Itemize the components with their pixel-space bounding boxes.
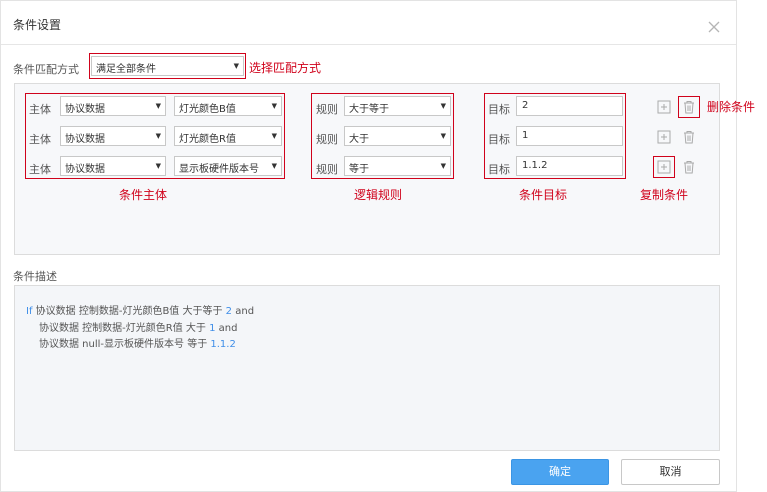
subject-highlight [25,93,285,179]
match-mode-highlight [89,53,246,79]
plus-square-icon[interactable] [657,100,671,114]
match-mode-annotation: 选择匹配方式 [249,61,322,75]
description-line: If 协议数据 控制数据-灯光颜色B值 大于等于 2 and [26,302,254,317]
target-annotation: 条件目标 [519,188,568,202]
target-highlight [484,93,626,179]
close-icon[interactable] [707,20,721,34]
cancel-button[interactable]: 取消 [621,459,720,485]
copy-highlight [653,156,675,178]
rule-annotation: 逻辑规则 [354,188,403,202]
description-line: 协议数据 控制数据-灯光颜色R值 大于 1 and [39,319,237,334]
plus-square-icon[interactable] [657,130,671,144]
copy-annotation: 复制条件 [640,188,689,202]
subject-annotation: 条件主体 [119,188,168,202]
trash-icon[interactable] [682,130,696,144]
condition-settings-dialog: 条件设置 条件匹配方式 满足全部条件 ▼ 选择匹配方式 主体 协议数据 ▼ 灯光颜… [0,0,737,492]
description-text: 协议数据 控制数据-灯光颜色R值 大于 [39,323,210,334]
delete-annotation: 删除条件 [707,100,756,114]
description-label: 条件描述 [13,270,57,283]
dialog-title: 条件设置 [13,18,62,32]
description-line: 协议数据 null-显示板硬件版本号 等于 1.1.2 [39,335,236,350]
description-suffix: and [215,323,238,334]
description-text: 协议数据 控制数据-灯光颜色B值 大于等于 [32,306,226,317]
match-mode-label: 条件匹配方式 [13,63,79,76]
description-suffix: and [232,306,255,317]
confirm-button[interactable]: 确定 [511,459,609,485]
description-text: 协议数据 null-显示板硬件版本号 等于 [39,339,211,350]
dialog-header: 条件设置 [1,1,736,45]
trash-icon[interactable] [682,160,696,174]
description-value: 1.1.2 [210,339,236,350]
delete-highlight [678,96,700,118]
rule-highlight [311,93,454,179]
